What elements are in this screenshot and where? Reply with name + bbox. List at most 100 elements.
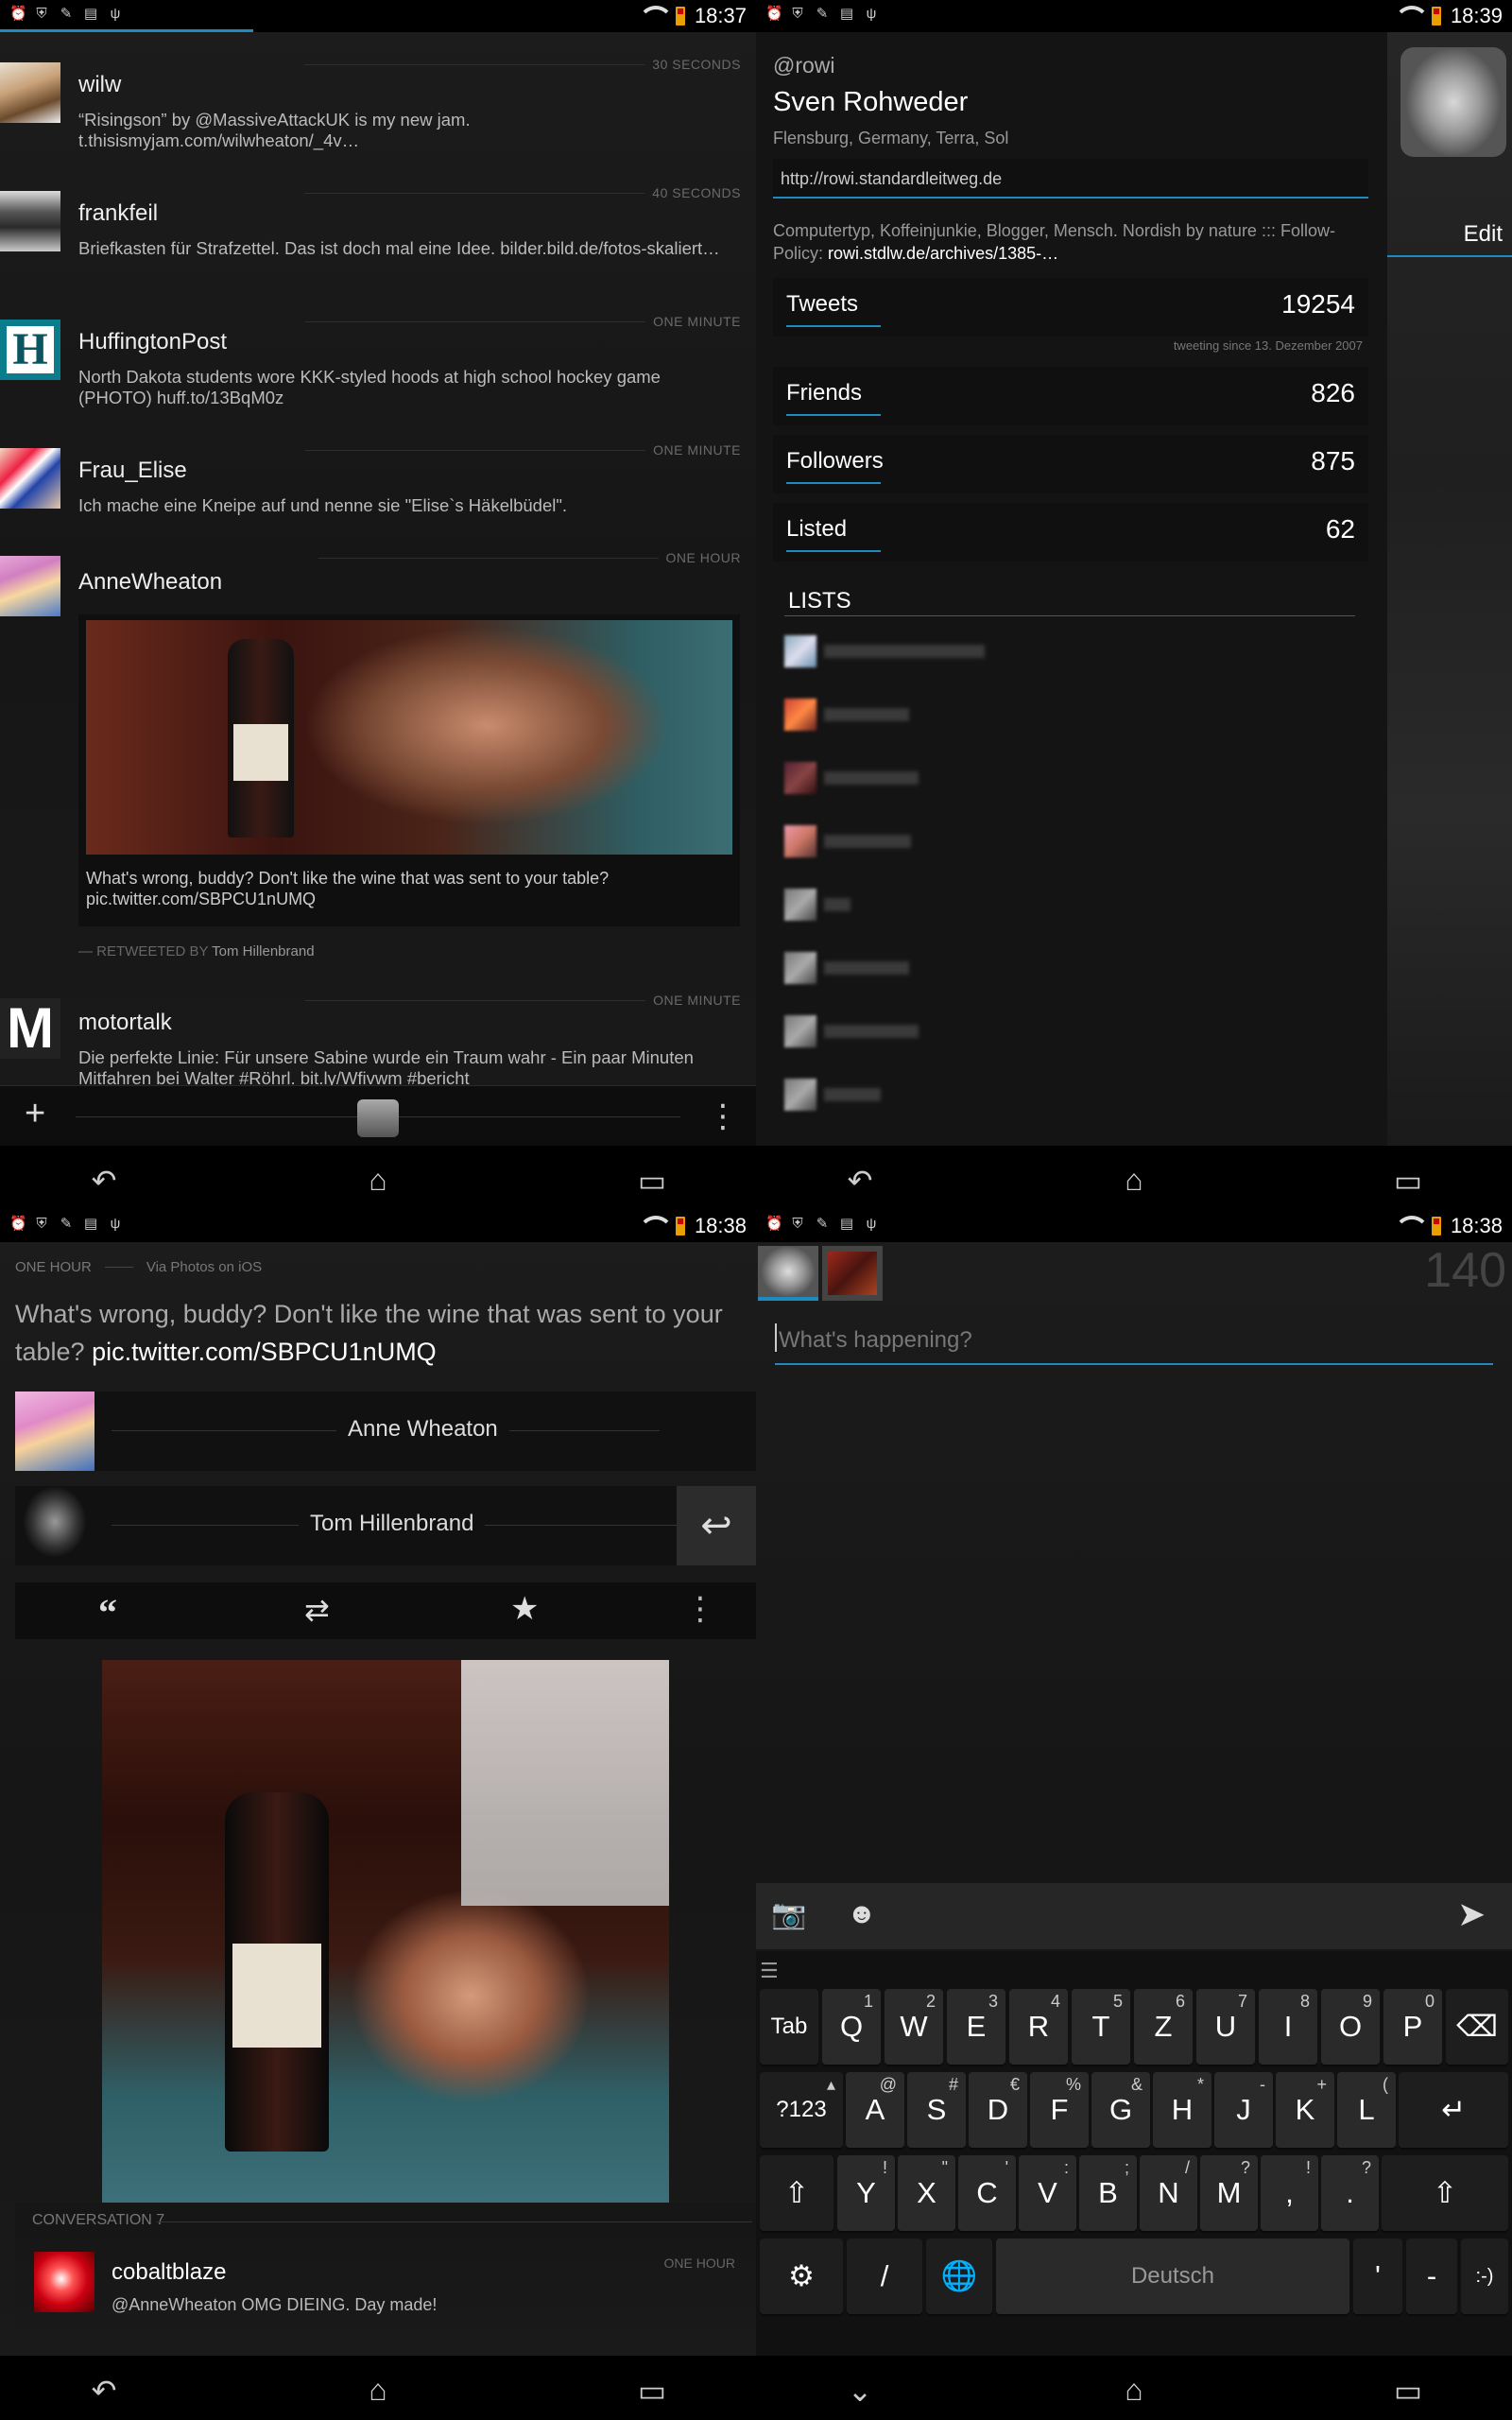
tweet-item[interactable]: 30 SECONDS wilw “Risingson” by @MassiveA… <box>0 57 756 161</box>
key-k[interactable]: K + <box>1276 2072 1334 2148</box>
shift-key[interactable]: ⇧ <box>760 2155 833 2231</box>
send-icon[interactable]: ➤ <box>1457 1894 1486 1934</box>
account-avatar[interactable] <box>357 1099 399 1137</box>
shift-key-right[interactable]: ⇧ <box>1382 2155 1508 2231</box>
settings-key[interactable]: ⚙ <box>760 2238 843 2314</box>
account-avatar[interactable] <box>822 1246 883 1301</box>
key-w[interactable]: W2 <box>885 1989 943 2065</box>
key-j[interactable]: J- <box>1214 2072 1273 2148</box>
tweet-photo[interactable] <box>86 620 732 855</box>
home-icon[interactable]: ⌂ <box>354 1163 402 1198</box>
stat-followers[interactable]: Followers 875 <box>773 435 1368 493</box>
key-y[interactable]: Y! <box>837 2155 895 2231</box>
list-item[interactable] <box>784 889 1068 921</box>
list-item[interactable] <box>784 825 1068 857</box>
reply-username[interactable]: cobaltblaze <box>112 2259 226 2286</box>
tab-key[interactable]: Tab <box>760 1989 818 2065</box>
list-item[interactable] <box>784 762 1068 794</box>
tweet-item[interactable]: ONE MINUTE Frau_Elise Ich mache eine Kne… <box>0 442 756 537</box>
key-n[interactable]: N / <box>1140 2155 1197 2231</box>
list-item[interactable] <box>784 1079 1068 1111</box>
back-icon[interactable]: ↶ <box>80 1163 128 1199</box>
stat-tweets[interactable]: Tweets 19254 <box>773 278 1368 337</box>
profile-avatar[interactable] <box>1400 47 1506 157</box>
author-name[interactable]: Anne Wheaton <box>336 1416 509 1443</box>
tweet-item[interactable]: ONE HOUR AnneWheaton What's wrong, buddy… <box>0 550 756 966</box>
list-item[interactable] <box>784 952 1068 984</box>
key-f[interactable]: F% <box>1030 2072 1089 2148</box>
overflow-menu-icon[interactable]: ⋮ <box>684 1590 716 1628</box>
tweet-input[interactable]: What's happening? <box>775 1316 1493 1365</box>
key-t[interactable]: T5 <box>1072 1989 1130 2065</box>
language-key[interactable]: 🌐 <box>926 2238 992 2314</box>
smiley-key[interactable]: :-) <box>1461 2238 1508 2314</box>
author-row[interactable]: Anne Wheaton <box>15 1392 756 1471</box>
tweet-link[interactable]: pic.twitter.com/SBPCU1nUMQ <box>92 1338 437 1366</box>
retweeter-avatar[interactable] <box>15 1486 94 1565</box>
key-a[interactable]: A @ <box>846 2072 904 2148</box>
key-p[interactable]: P0 <box>1383 1989 1442 2065</box>
home-icon[interactable]: ⌂ <box>354 2373 402 2408</box>
account-avatar-selected[interactable] <box>758 1246 818 1301</box>
reply-icon[interactable]: ↩ <box>677 1486 756 1565</box>
recents-icon[interactable]: ▭ <box>1384 1163 1432 1199</box>
media-card[interactable]: What's wrong, buddy? Don't like the wine… <box>78 614 740 926</box>
tweet-username[interactable]: AnneWheaton <box>78 569 222 596</box>
tweet-item[interactable]: M ONE MINUTE motortalk Die perfekte Lini… <box>0 993 756 1087</box>
backspace-key[interactable]: ⌫ <box>1446 1989 1508 2065</box>
enter-key[interactable]: ↵ <box>1399 2072 1508 2148</box>
key-c[interactable]: C ' <box>958 2155 1016 2231</box>
tweet-username[interactable]: motortalk <box>78 1010 172 1036</box>
key-comma[interactable]: ,! <box>1261 2155 1318 2231</box>
tweet-username[interactable]: Frau_Elise <box>78 458 187 484</box>
tweet-item[interactable]: 40 SECONDS frankfeil Briefkasten für Str… <box>0 185 756 289</box>
retweeter-row[interactable]: Tom Hillenbrand ↩ <box>15 1486 756 1565</box>
key-d[interactable]: D € <box>969 2072 1027 2148</box>
space-key[interactable]: Deutsch <box>996 2238 1349 2314</box>
keyboard-menu-icon[interactable]: ☰ <box>760 1959 779 1983</box>
tweet-item[interactable]: H ONE MINUTE HuffingtonPost North Dakota… <box>0 314 756 418</box>
author-avatar[interactable] <box>15 1392 94 1471</box>
key-x[interactable]: X " <box>898 2155 955 2231</box>
key-q[interactable]: Q1 <box>822 1989 881 2065</box>
reply-avatar[interactable] <box>34 2252 94 2312</box>
key-r[interactable]: R4 <box>1009 1989 1068 2065</box>
tweet-username[interactable]: wilw <box>78 72 121 98</box>
key-v[interactable]: V: <box>1019 2155 1076 2231</box>
avatar[interactable] <box>0 62 60 123</box>
key-h[interactable]: H * <box>1153 2072 1211 2148</box>
list-item[interactable] <box>784 1015 1068 1047</box>
tweet-username[interactable]: HuffingtonPost <box>78 329 227 355</box>
overflow-menu-icon[interactable]: ⋮ <box>707 1098 739 1135</box>
key-period[interactable]: .? <box>1321 2155 1379 2231</box>
list-item[interactable] <box>784 699 1068 731</box>
retweeter-name[interactable]: Tom Hillenbrand <box>299 1511 486 1537</box>
avatar[interactable] <box>0 448 60 509</box>
back-icon[interactable]: ↶ <box>80 2373 128 2409</box>
avatar[interactable]: M <box>0 998 60 1059</box>
back-icon[interactable]: ↶ <box>836 1163 884 1199</box>
key-g[interactable]: G & <box>1091 2072 1150 2148</box>
retweet-icon[interactable]: ⇄ <box>304 1592 330 1628</box>
edit-button[interactable]: Edit <box>1387 221 1512 248</box>
stat-listed[interactable]: Listed 62 <box>773 503 1368 562</box>
quote-icon[interactable]: “ <box>98 1590 117 1634</box>
profile-url[interactable]: http://rowi.standardleitweg.de <box>773 159 1368 199</box>
location-icon[interactable]: ☻ <box>847 1898 877 1930</box>
key-m[interactable]: M? <box>1200 2155 1258 2231</box>
key-b[interactable]: B; <box>1079 2155 1137 2231</box>
key-z[interactable]: Z6 <box>1134 1989 1193 2065</box>
retweeter-name[interactable]: Tom Hillenbrand <box>212 943 314 959</box>
home-icon[interactable]: ⌂ <box>1110 2373 1158 2408</box>
apostrophe-key[interactable]: ' <box>1353 2238 1402 2314</box>
key-l[interactable]: L( <box>1337 2072 1396 2148</box>
camera-icon[interactable]: 📷 <box>771 1898 806 1931</box>
bio-link[interactable]: rowi.stdlw.de/archives/1385-… <box>828 244 1058 263</box>
avatar[interactable] <box>0 556 60 616</box>
favorite-icon[interactable]: ★ <box>510 1590 539 1628</box>
symbols-key[interactable]: ?123 ▴ <box>760 2072 843 2148</box>
home-icon[interactable]: ⌂ <box>1110 1163 1158 1198</box>
avatar[interactable]: H <box>0 320 60 380</box>
key-i[interactable]: I8 <box>1259 1989 1317 2065</box>
key-s[interactable]: S # <box>907 2072 966 2148</box>
